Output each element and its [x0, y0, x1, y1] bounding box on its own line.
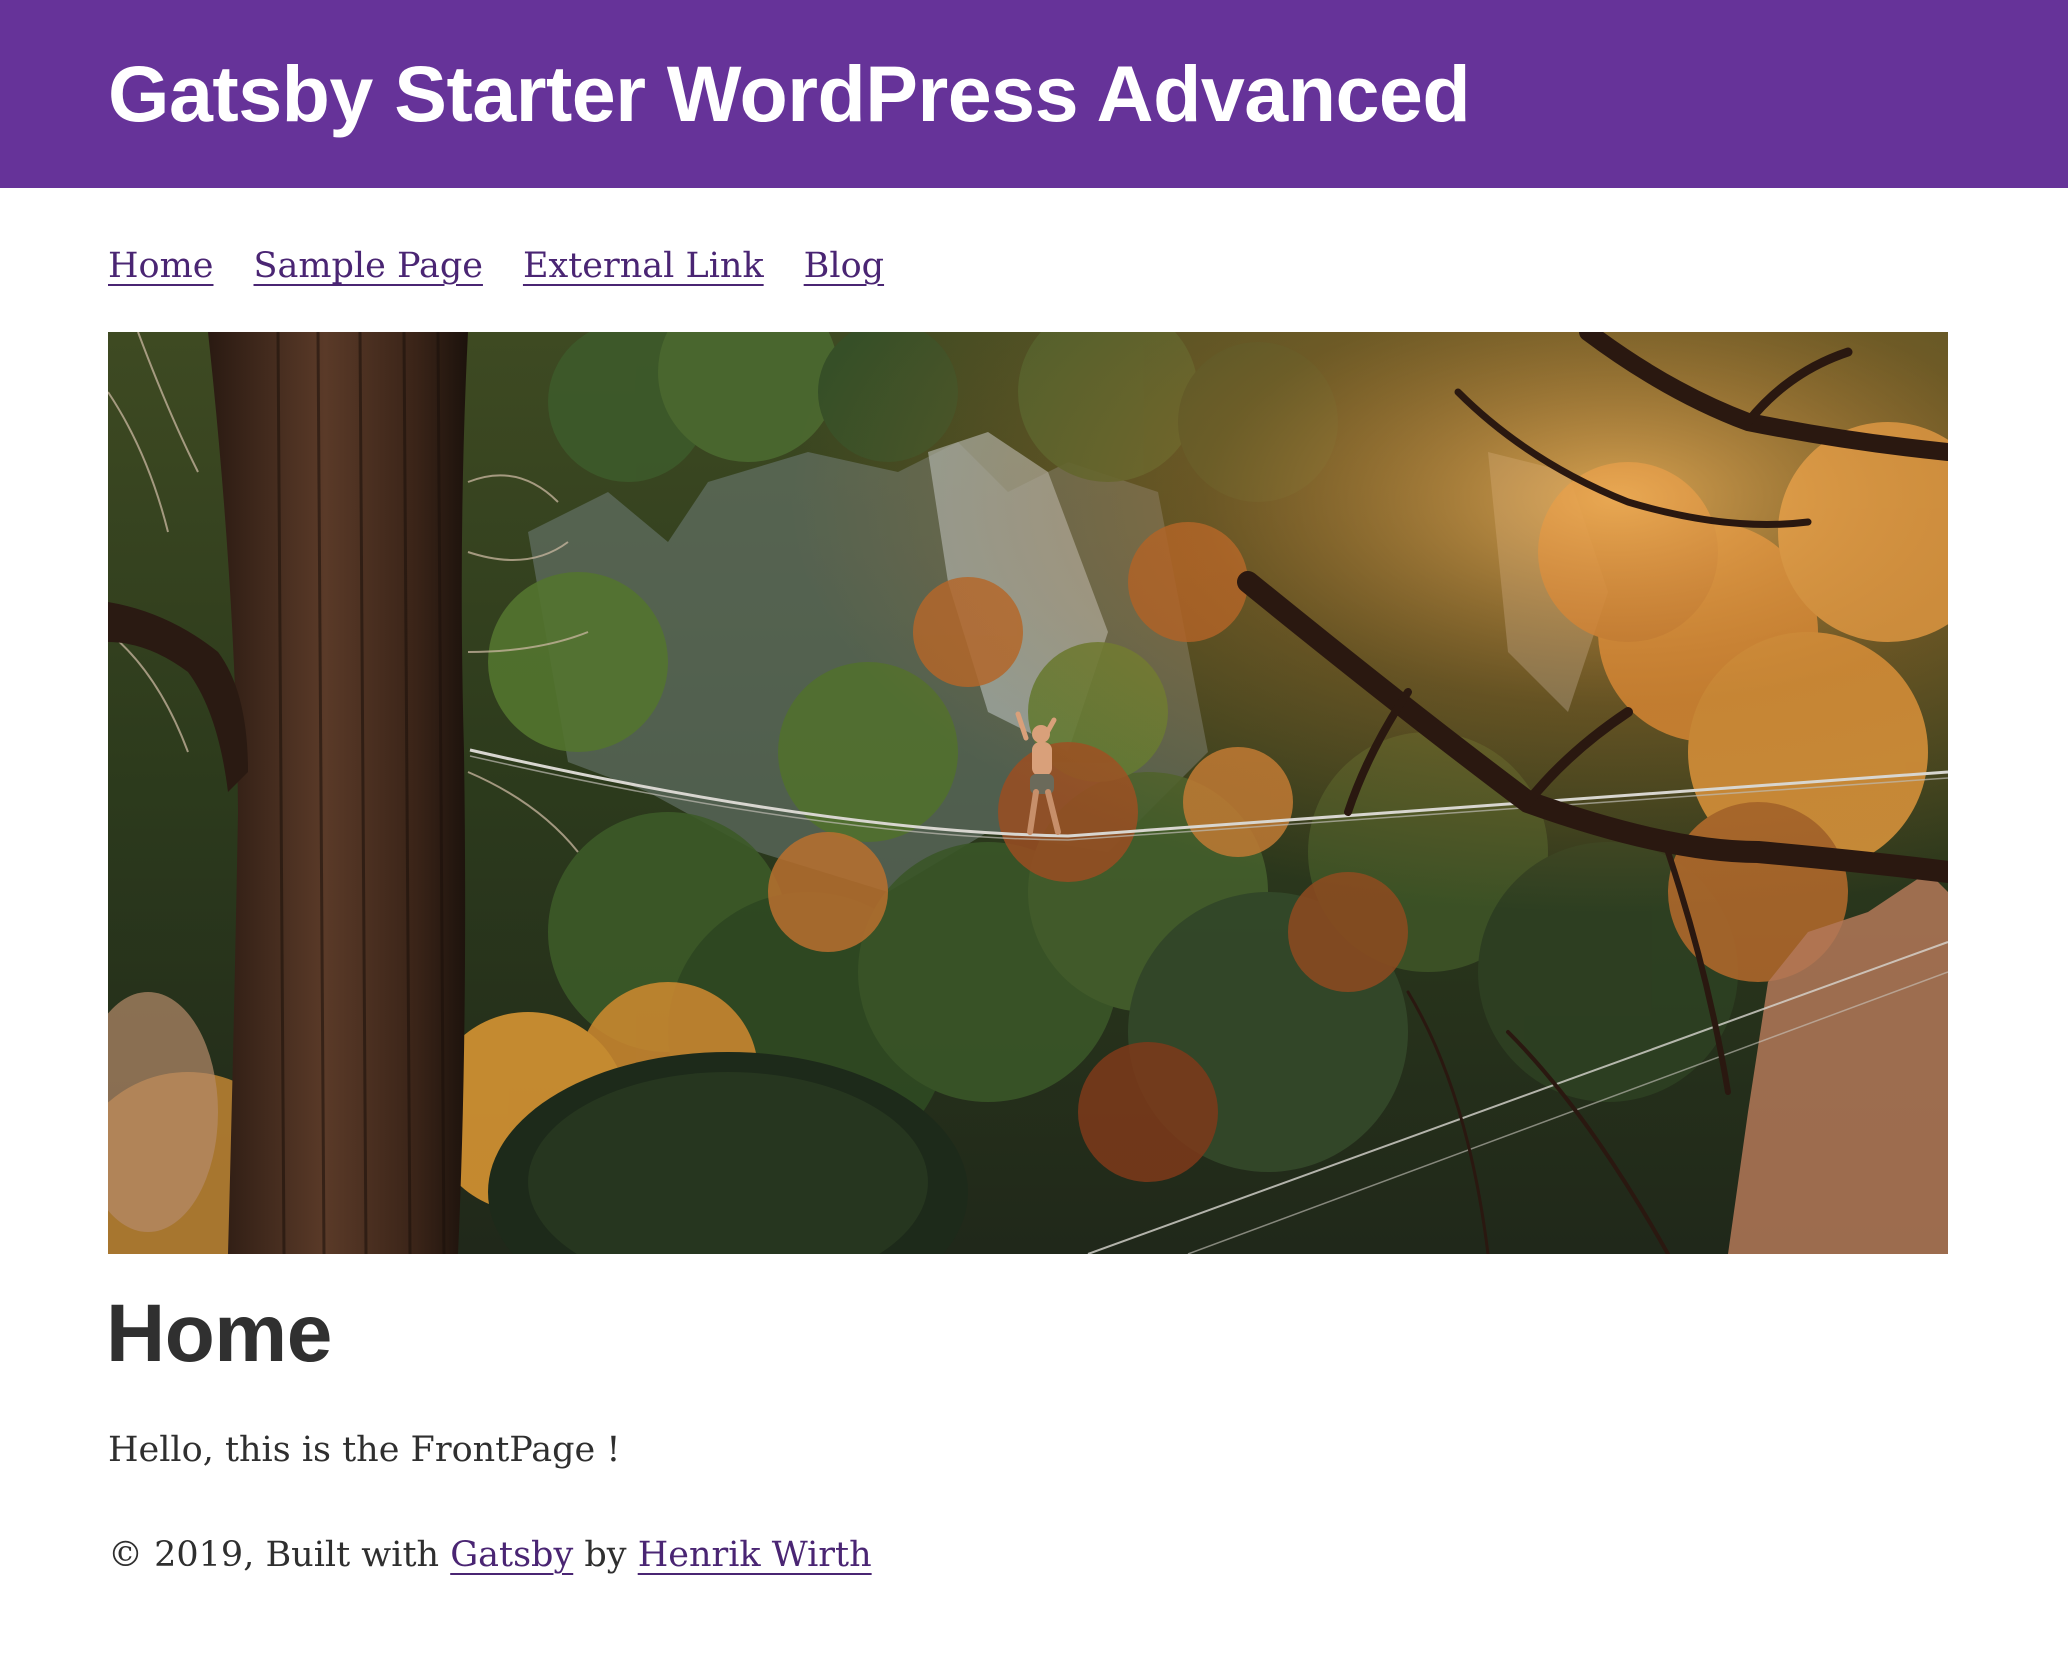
nav-link-external-link[interactable]: External Link: [523, 246, 764, 286]
page-content: Hello, this is the FrontPage !: [108, 1430, 621, 1470]
site-title-link[interactable]: Gatsby Starter WordPress Advanced: [108, 46, 1471, 142]
footer-author-link[interactable]: Henrik Wirth: [638, 1535, 872, 1575]
footer-by-text: by: [584, 1535, 627, 1575]
main-nav: Home Sample Page External Link Blog: [108, 238, 884, 294]
footer-copyright: © 2019, Built with: [108, 1535, 440, 1575]
footer-gatsby-link[interactable]: Gatsby: [450, 1535, 573, 1575]
hero-illustration: [108, 332, 1948, 1254]
nav-link-home[interactable]: Home: [108, 246, 214, 286]
page-title: Home: [106, 1288, 332, 1379]
site-header: Gatsby Starter WordPress Advanced: [0, 0, 2068, 188]
nav-link-sample-page[interactable]: Sample Page: [254, 246, 483, 286]
nav-link-blog[interactable]: Blog: [804, 246, 884, 286]
site-footer: © 2019, Built with Gatsby by Henrik Wirt…: [108, 1527, 872, 1583]
hero-image: [108, 332, 1948, 1254]
